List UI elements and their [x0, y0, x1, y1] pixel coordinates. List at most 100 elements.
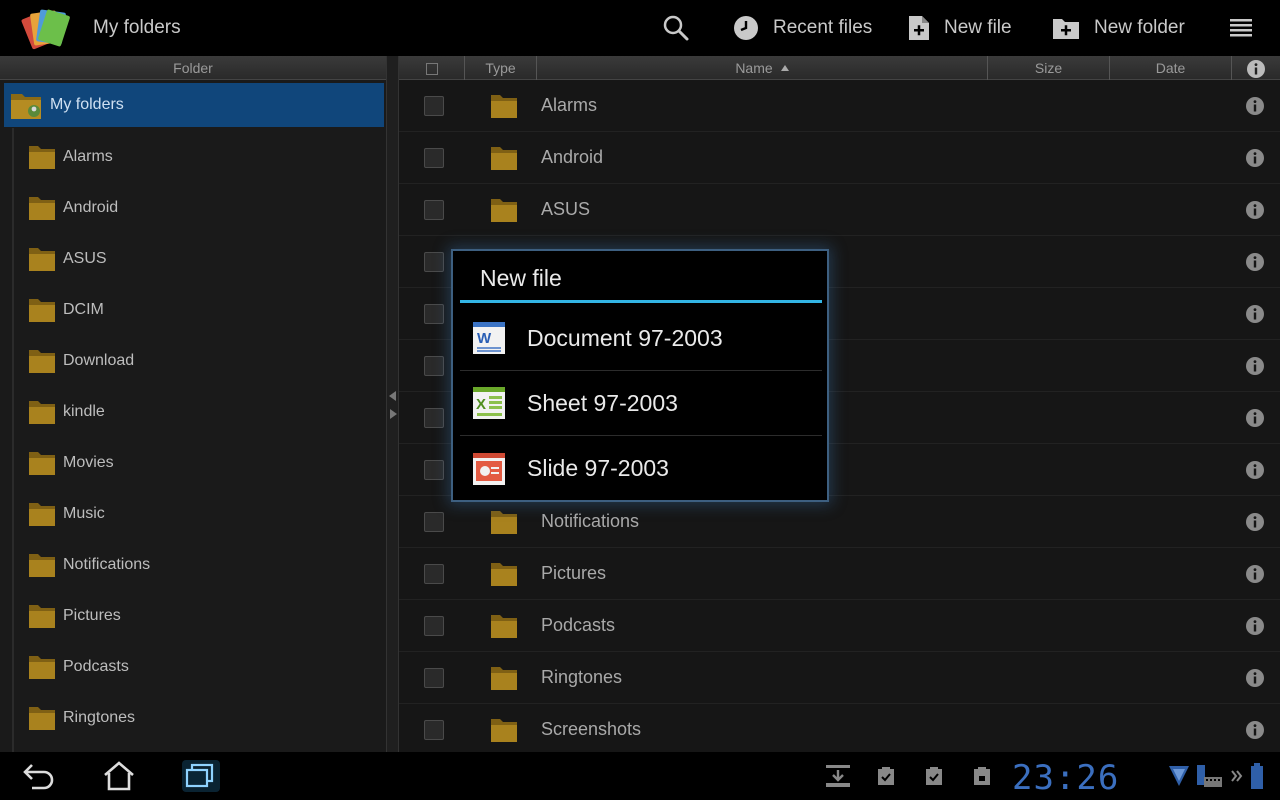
column-type[interactable]: Type — [465, 56, 537, 80]
row-checkbox[interactable] — [424, 96, 444, 116]
tree-item-podcasts[interactable]: Podcasts — [28, 641, 129, 692]
pane-splitter[interactable] — [386, 56, 399, 752]
file-row[interactable]: Screenshots — [399, 704, 1280, 752]
file-row[interactable]: Notifications — [399, 496, 1280, 548]
wifi-status[interactable] — [1168, 752, 1190, 800]
tree-item-movies[interactable]: Movies — [28, 437, 114, 488]
recent-files-label: Recent files — [773, 17, 873, 38]
dialog-title: New file — [480, 265, 562, 291]
expand-status-icon[interactable] — [1230, 752, 1244, 800]
app-logo-icon[interactable] — [20, 6, 72, 50]
file-row[interactable]: Android — [399, 132, 1280, 184]
file-info-button[interactable] — [1245, 200, 1265, 225]
tree-item-music[interactable]: Music — [28, 488, 105, 539]
tree-root-my-folders[interactable]: My folders — [4, 83, 384, 127]
file-info-button[interactable] — [1245, 720, 1265, 745]
file-row[interactable]: Podcasts — [399, 600, 1280, 652]
file-info-button[interactable] — [1245, 356, 1265, 381]
keyboard-status[interactable] — [1194, 752, 1224, 800]
battery-status[interactable] — [1250, 752, 1264, 800]
column-size[interactable]: Size — [988, 56, 1110, 80]
row-checkbox[interactable] — [424, 356, 444, 376]
new-file-label: New file — [944, 17, 1012, 38]
download-notification-icon[interactable] — [824, 752, 852, 800]
new-folder-button[interactable]: New folder — [1052, 0, 1185, 56]
folder-icon — [29, 604, 55, 628]
file-type-folder — [490, 196, 518, 229]
file-info-button[interactable] — [1245, 460, 1265, 485]
status-clock[interactable]: 23:26 — [1012, 758, 1119, 798]
file-info-button[interactable] — [1245, 252, 1265, 277]
tree-item-pictures[interactable]: Pictures — [28, 590, 121, 641]
row-checkbox[interactable] — [424, 564, 444, 584]
file-row[interactable]: ASUS — [399, 184, 1280, 236]
new-folder-label: New folder — [1094, 17, 1185, 38]
recent-apps-button[interactable] — [180, 752, 222, 800]
row-checkbox[interactable] — [424, 512, 444, 532]
tree-item-alarms[interactable]: Alarms — [28, 131, 113, 182]
file-info-button[interactable] — [1245, 668, 1265, 693]
home-button[interactable] — [103, 752, 135, 800]
info-icon — [1246, 461, 1264, 479]
column-date[interactable]: Date — [1110, 56, 1232, 80]
file-row[interactable]: Ringtones — [399, 652, 1280, 704]
file-row[interactable]: Alarms — [399, 80, 1280, 132]
tree-item-download[interactable]: Download — [28, 335, 134, 386]
row-checkbox[interactable] — [424, 460, 444, 480]
overflow-menu-button[interactable] — [1228, 0, 1268, 56]
recent-files-button[interactable]: Recent files — [733, 0, 872, 56]
file-info-button[interactable] — [1245, 512, 1265, 537]
back-button[interactable] — [22, 752, 56, 800]
collapse-left-icon[interactable] — [389, 391, 396, 401]
file-type-folder — [490, 144, 518, 177]
file-info-button[interactable] — [1245, 304, 1265, 329]
folder-icon — [491, 563, 517, 586]
file-info-button[interactable] — [1245, 96, 1265, 121]
folder-icon — [491, 95, 517, 118]
row-checkbox[interactable] — [424, 148, 444, 168]
row-checkbox[interactable] — [424, 668, 444, 688]
info-icon — [1246, 669, 1264, 687]
system-bar: 23:26 — [0, 752, 1280, 800]
keyboard-battery-icon — [1197, 765, 1222, 787]
search-button[interactable] — [662, 0, 704, 56]
tree-item-asus[interactable]: ASUS — [28, 233, 107, 284]
clipboard-notification-3[interactable] — [973, 752, 991, 800]
file-info-button[interactable] — [1245, 148, 1265, 173]
row-checkbox[interactable] — [424, 616, 444, 636]
row-checkbox[interactable] — [424, 252, 444, 272]
row-checkbox[interactable] — [424, 304, 444, 324]
select-all-header[interactable] — [399, 56, 465, 80]
file-row[interactable]: Pictures — [399, 548, 1280, 600]
expand-right-icon[interactable] — [390, 409, 397, 419]
row-checkbox[interactable] — [424, 200, 444, 220]
file-name: Podcasts — [541, 615, 616, 635]
select-all-checkbox[interactable] — [425, 63, 438, 76]
option-label: Slide 97-2003 — [527, 455, 669, 481]
file-type-folder — [490, 716, 518, 749]
new-file-button[interactable]: New file — [908, 0, 1012, 56]
tree-item-kindle[interactable]: kindle — [28, 386, 105, 437]
new-slide-option[interactable]: Slide 97-2003 — [460, 436, 822, 501]
column-info[interactable] — [1232, 56, 1280, 80]
tree-item-ringtones[interactable]: Ringtones — [28, 692, 135, 743]
column-name[interactable]: Name — [537, 56, 988, 80]
row-checkbox[interactable] — [424, 408, 444, 428]
tree-item-dcim[interactable]: DCIM — [28, 284, 104, 335]
file-info-button[interactable] — [1245, 564, 1265, 589]
clipboard-notification-1[interactable] — [877, 752, 895, 800]
file-name: ASUS — [541, 199, 591, 219]
new-sheet-option[interactable]: X Sheet 97-2003 — [460, 371, 822, 436]
tree-item-notifications[interactable]: Notifications — [28, 539, 150, 590]
file-type-folder — [490, 664, 518, 697]
clipboard-notification-2[interactable] — [925, 752, 943, 800]
tree-item-label: Music — [63, 504, 105, 522]
file-info-button[interactable] — [1245, 408, 1265, 433]
row-checkbox[interactable] — [424, 720, 444, 740]
option-label: Sheet 97-2003 — [527, 389, 678, 416]
folder-tree-pane: Folder My folders Alarms Android ASUS DC… — [0, 56, 386, 752]
new-document-option[interactable]: W Document 97-2003 — [460, 306, 822, 371]
tree-item-android[interactable]: Android — [28, 182, 118, 233]
folder-icon — [29, 298, 55, 322]
file-info-button[interactable] — [1245, 616, 1265, 641]
